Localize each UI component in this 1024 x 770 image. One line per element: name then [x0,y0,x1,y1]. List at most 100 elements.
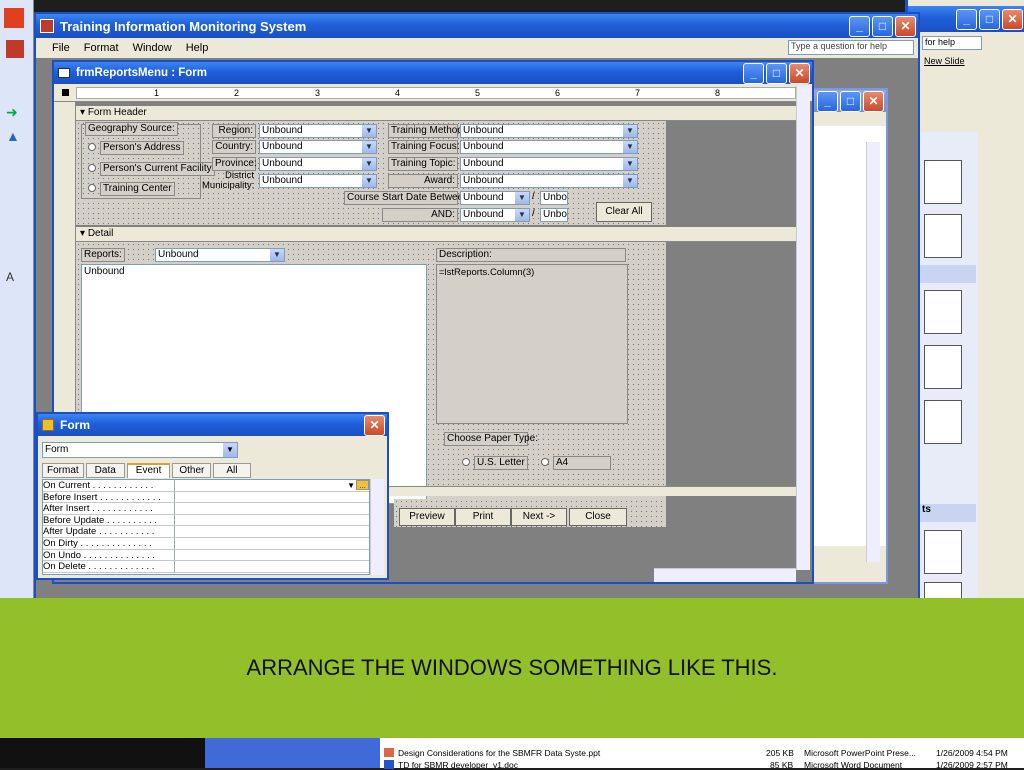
form-icon [58,68,70,78]
chevron-down-icon: ▼ [623,175,637,187]
paper-option-a4[interactable]: A4 [541,456,611,470]
property-row[interactable]: On Undo . . . . . . . . . . . . . . [43,549,369,562]
arrow-icon[interactable]: ➜ [6,104,24,122]
maximize-icon[interactable]: □ [766,62,787,84]
close-icon[interactable]: ✕ [895,15,916,37]
province-combo[interactable]: Unbound ▼ [259,157,377,171]
form-selector[interactable] [62,89,69,96]
ruler-mark: 1 [154,88,160,98]
print-button[interactable]: Print [455,508,511,526]
tab-data[interactable]: Data [85,463,125,478]
section-header-band[interactable]: ▾ Form Header [76,106,796,121]
country-label: Country: [212,140,256,154]
chevron-down-icon: ▼ [515,192,529,204]
and-label: AND: [382,208,458,222]
ab-icon[interactable]: A [6,270,24,288]
horizontal-scrollbar[interactable] [654,568,796,582]
chevron-down-icon[interactable]: ▼ [347,480,355,491]
date-end-field2[interactable]: Unbo [540,208,568,222]
help-search-input[interactable]: for help [922,36,982,50]
minimize-icon[interactable]: _ [849,15,870,37]
menu-format[interactable]: Format [84,42,119,58]
left-toolbar: ➜ ▲ A [0,0,34,600]
award-combo[interactable]: Unbound ▼ [460,174,638,188]
close-icon[interactable]: ✕ [1002,8,1023,30]
section-detail-label: Detail [87,228,114,239]
file-name[interactable]: TD for SBMR developer_v1.doc [398,760,518,770]
minimize-icon[interactable]: _ [956,8,977,30]
preview-button[interactable]: Preview [399,508,455,526]
close-icon[interactable]: ✕ [789,62,810,84]
slide-thumb[interactable] [924,400,962,444]
paper-type-label: Choose Paper Type: [444,432,538,446]
region-combo[interactable]: Unbound ▼ [259,124,377,138]
section-detail-band[interactable]: ▾ Detail [76,227,796,242]
menu-bar: File Format Window Help Type a question … [36,38,918,58]
access-icon [40,19,54,33]
training-focus-combo[interactable]: Unbound ▼ [460,140,638,154]
geo-option-address[interactable]: Person's Address [88,141,184,155]
training-focus-label: Training Focus: [388,140,460,154]
help-question-input[interactable]: Type a question for help [788,40,914,55]
property-row[interactable]: After Update . . . . . . . . . . . [43,526,369,538]
training-topic-combo[interactable]: Unbound ▼ [460,157,638,171]
reports-combo[interactable]: Unbound ▼ [155,248,285,262]
properties-icon [42,419,54,431]
property-sheet-title: Form [60,418,90,432]
maximize-icon[interactable]: □ [840,90,861,112]
tab-format[interactable]: Format [42,463,84,478]
property-row[interactable]: On Dirty . . . . . . . . . . . . . . [43,537,369,550]
tab-event[interactable]: Event [126,463,171,478]
toolbar-icon[interactable] [6,40,24,58]
property-row[interactable]: Before Update . . . . . . . . . . [43,514,369,527]
property-row[interactable]: Before Insert . . . . . . . . . . . . [43,491,369,504]
training-method-combo[interactable]: Unbound ▼ [460,124,638,138]
menu-file[interactable]: File [52,42,70,58]
tab-all[interactable]: All [213,463,251,478]
chevron-down-icon: ▼ [623,125,637,137]
property-sheet-window: Form ✕ Form ▼ Format Data Event Other All… [36,412,389,580]
date-start-combo[interactable]: Unbound ▼ [460,191,530,205]
new-slide-button[interactable]: New Slide [924,56,986,72]
slide-thumb[interactable] [924,214,962,258]
geo-option-center[interactable]: Training Center [88,182,175,196]
maximize-icon[interactable]: □ [979,8,1000,30]
paper-option-letter[interactable]: U.S. Letter [462,456,528,470]
maximize-icon[interactable]: □ [872,15,893,37]
property-scrollbar[interactable] [370,479,384,575]
minimize-icon[interactable]: _ [817,90,838,112]
ruler-mark: 4 [395,88,401,98]
slide-thumb[interactable] [924,530,962,574]
object-selector[interactable]: Form ▼ [42,442,238,458]
file-name[interactable]: Design Considerations for the SBMFR Data… [398,748,600,758]
clear-all-button[interactable]: Clear All [596,202,652,222]
property-row[interactable]: After Insert . . . . . . . . . . . . [43,503,369,515]
minimize-icon[interactable]: _ [743,62,764,84]
menu-help[interactable]: Help [186,42,209,58]
section-header-label: Form Header [87,107,147,118]
slide-thumb[interactable] [924,290,962,334]
geo-option-facility[interactable]: Person's Current Facility [88,162,215,176]
property-row[interactable]: On Delete . . . . . . . . . . . . . [43,561,369,573]
close-icon[interactable]: ✕ [364,414,385,436]
description-box: =lstReports.Column(3) [436,264,628,424]
next-button[interactable]: Next -> [511,508,567,526]
slide-thumb[interactable] [924,345,962,389]
up-icon[interactable]: ▲ [6,128,24,146]
date-start-field2[interactable]: Unbo [540,191,568,205]
vertical-scrollbar[interactable] [796,86,810,570]
district-combo[interactable]: Unbound ▼ [259,174,377,188]
close-icon[interactable]: ✕ [863,90,884,112]
property-row[interactable]: On Current . . . . . . . . . . . . ▼… [43,480,369,492]
close-form-button[interactable]: Close [569,508,627,526]
tab-other[interactable]: Other [172,463,212,478]
slide-thumb[interactable] [924,160,962,204]
date-end-combo[interactable]: Unbound ▼ [460,208,530,222]
menu-window[interactable]: Window [133,42,172,58]
file-size: 205 KB [766,748,794,758]
chevron-down-icon: ▼ [362,158,376,170]
chevron-down-icon: ▼ [270,249,284,261]
country-combo[interactable]: Unbound ▼ [259,140,377,154]
builder-button[interactable]: … [356,480,369,490]
ruler-mark: 8 [715,88,721,98]
